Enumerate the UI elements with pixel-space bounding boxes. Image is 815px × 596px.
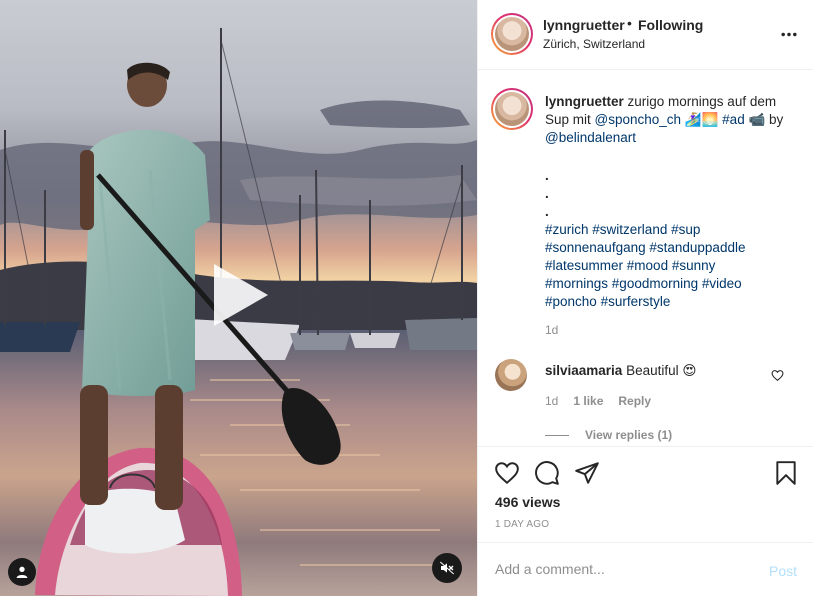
caption-text: lynngruetter zurigo mornings auf dem Sup… — [545, 93, 797, 311]
mute-button[interactable] — [432, 553, 462, 583]
comment-like-heart-icon[interactable] — [771, 369, 784, 382]
view-count[interactable]: 496 views — [495, 494, 560, 510]
add-comment-input[interactable] — [495, 561, 755, 577]
hashtag-link[interactable]: #latesummer — [545, 258, 623, 273]
paper-plane-icon[interactable] — [574, 460, 600, 486]
caption-body-2: 🏄🏼‍♀️🌅 — [681, 112, 723, 127]
hashtag-link[interactable]: #ad — [722, 112, 745, 127]
caption-body-3: 📹 by — [744, 112, 784, 127]
post-header: lynngruetter • Following Zürich, Switzer… — [478, 0, 813, 70]
play-button[interactable] — [206, 262, 272, 328]
author-avatar[interactable] — [491, 13, 533, 55]
comment-age[interactable]: 1d — [545, 394, 558, 408]
following-button[interactable]: Following — [638, 17, 703, 33]
mention-link[interactable]: @belindalenart — [545, 130, 636, 145]
post-comment-button[interactable]: Post — [769, 563, 797, 579]
more-options-button[interactable] — [778, 26, 800, 42]
more-horizontal-icon — [781, 32, 797, 36]
comment-text: silviaamaria Beautiful 😍 — [545, 363, 696, 379]
hashtag-link[interactable]: #video — [702, 276, 742, 291]
comment-likes[interactable]: 1 like — [573, 394, 603, 408]
hashtag-link[interactable]: #sunny — [672, 258, 716, 273]
view-replies-label: View replies (1) — [585, 428, 673, 442]
add-comment-section: Post — [478, 542, 813, 596]
caption-author-avatar[interactable] — [491, 88, 533, 130]
reply-button[interactable]: Reply — [618, 394, 651, 408]
comment-icon[interactable] — [534, 460, 560, 486]
user-tag-icon — [16, 566, 28, 578]
hashtag-link[interactable]: #surferstyle — [601, 294, 671, 309]
hashtag-link[interactable]: #mornings — [545, 276, 608, 291]
view-replies-button[interactable]: View replies (1) — [545, 428, 672, 442]
hashtag-link[interactable]: #goodmorning — [612, 276, 698, 291]
comment-meta: 1d 1 like Reply — [545, 394, 651, 408]
comment-body: Beautiful 😍 — [622, 363, 697, 378]
author-username[interactable]: lynngruetter — [543, 17, 625, 33]
post-details-panel: lynngruetter • Following Zürich, Switzer… — [477, 0, 815, 596]
post-video[interactable] — [0, 0, 477, 596]
bookmark-icon[interactable] — [773, 460, 799, 486]
sound-off-icon — [439, 561, 455, 575]
follow-separator: • — [627, 15, 632, 31]
hashtag-link[interactable]: #poncho — [545, 294, 597, 309]
play-icon — [214, 264, 268, 326]
caption-hashtags: #zurich #switzerland #sup #sonnenaufgang… — [545, 221, 797, 311]
replies-divider-line — [545, 434, 569, 436]
caption-dot: . — [545, 204, 549, 219]
post-date[interactable]: 1 DAY AGO — [495, 519, 549, 530]
caption-age[interactable]: 1d — [545, 323, 558, 337]
commenter-avatar[interactable] — [495, 359, 527, 391]
heart-icon[interactable] — [494, 460, 520, 486]
user-tags-button[interactable] — [8, 558, 36, 586]
hashtag-link[interactable]: #standuppaddle — [649, 240, 745, 255]
hashtag-link[interactable]: #mood — [627, 258, 668, 273]
post-actions: 496 views 1 DAY AGO — [478, 446, 813, 542]
commenter-username[interactable]: silviaamaria — [545, 363, 622, 378]
caption-dot: . — [545, 186, 549, 201]
hashtag-link[interactable]: #switzerland — [592, 222, 667, 237]
caption-username[interactable]: lynngruetter — [545, 94, 624, 109]
caption-dot: . — [545, 168, 549, 183]
caption-dot-lines: . . . — [545, 167, 797, 221]
hashtag-link[interactable]: #sup — [671, 222, 700, 237]
mention-link[interactable]: @sponcho_ch — [595, 112, 682, 127]
post-location[interactable]: Zürich, Switzerland — [543, 37, 645, 51]
hashtag-link[interactable]: #sonnenaufgang — [545, 240, 646, 255]
hashtag-link[interactable]: #zurich — [545, 222, 589, 237]
